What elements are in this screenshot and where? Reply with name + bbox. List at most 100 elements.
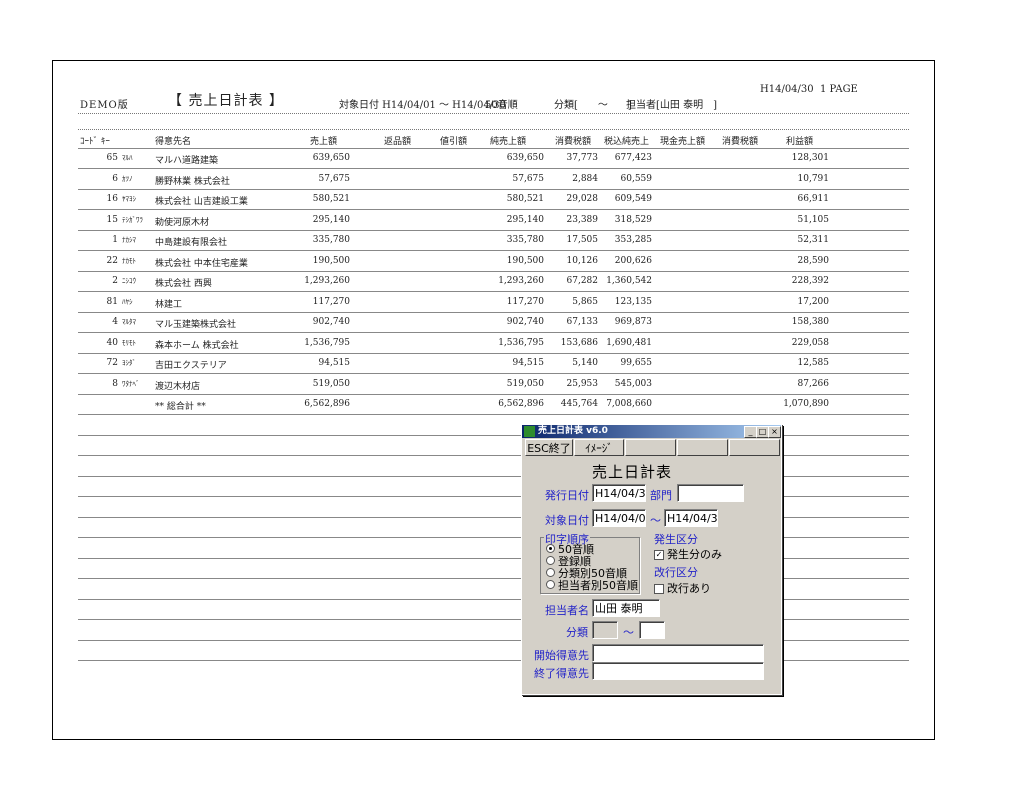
customer-key: ｶﾂﾉ [122, 174, 133, 183]
image-preview-button[interactable]: ｲﾒｰｼﾞ [574, 439, 624, 456]
row-divider [78, 229, 909, 231]
column-header: 利益額 [786, 137, 814, 147]
customer-key: ﾊﾔｼ [122, 297, 133, 306]
row-divider [78, 209, 909, 210]
customer-key: ﾃｼｶﾞﾜﾗ [122, 215, 143, 224]
row-divider [78, 168, 909, 169]
empty-rule [78, 639, 909, 641]
sales-amount: 117,270 [312, 296, 350, 307]
start-customer-field[interactable] [592, 644, 764, 662]
sales-amount: 639,650 [312, 153, 350, 163]
page-number: 1 PAGE [820, 84, 858, 95]
empty-rule [78, 475, 909, 477]
empty-rule [78, 578, 909, 579]
empty-rule [78, 660, 909, 661]
tax-inclusive-sales: 545,003 [614, 378, 652, 389]
customer-name: マル玉建築株式会社 [155, 320, 237, 330]
profit-amount: 51,105 [797, 214, 830, 225]
row-divider [78, 270, 909, 272]
occurrence-checkbox[interactable]: ✓ 発生分のみ [654, 546, 722, 562]
category-from-field[interactable] [592, 621, 618, 639]
radio-person[interactable]: 担当者別50音順 [546, 580, 638, 592]
tax-inclusive-sales: 1,360,542 [606, 276, 652, 286]
toolbar-button-3[interactable] [625, 439, 676, 456]
person-field[interactable]: 山田 泰明 [592, 599, 660, 617]
profit-amount: 28,590 [797, 255, 830, 266]
customer-code: 8 [112, 378, 118, 389]
empty-rule [78, 434, 909, 436]
customer-code: 22 [106, 255, 118, 266]
radio-person-label: 担当者別50音順 [558, 579, 638, 592]
profit-amount: 17,200 [797, 296, 830, 307]
close-button[interactable]: × [768, 426, 781, 438]
category-tilde: ～ [623, 626, 634, 639]
column-header: 消費税額 [555, 137, 592, 147]
app-icon [524, 426, 535, 437]
customer-name: 吉田エクステリア [155, 361, 227, 371]
row-divider [78, 332, 909, 333]
customer-name: 林建工 [155, 299, 183, 310]
sales-amount: 580,521 [312, 194, 350, 204]
total-profit: 1,070,890 [783, 399, 829, 409]
sales-amount: 295,140 [312, 214, 350, 225]
person-in-charge: 担当者[山田 泰明 ] [626, 100, 717, 111]
tax-inclusive-sales: 609,549 [614, 194, 652, 204]
customer-code: 81 [106, 296, 118, 307]
customer-name: 森本ホーム 株式会社 [155, 340, 239, 351]
report-dialog: 売上日計表 v6.0 _ □ × ESC終了 ｲﾒｰｼﾞ 売上日計表 発行日付 … [521, 424, 782, 695]
customer-name: 中島建設有限会社 [155, 238, 228, 248]
customer-code: 72 [106, 358, 118, 368]
profit-amount: 52,311 [797, 235, 830, 245]
person-label: 担当者名 [545, 604, 589, 617]
tax-inclusive-sales: 969,873 [614, 317, 652, 327]
occurrence-label: 発生区分 [654, 533, 698, 546]
profit-amount: 229,058 [791, 337, 829, 348]
issue-date-field[interactable]: H14/04/30 [592, 484, 646, 502]
sales-amount: 94,515 [318, 358, 351, 368]
total-tax-inclusive: 7,008,660 [606, 399, 652, 409]
customer-code: 6 [112, 173, 118, 184]
date-from-field[interactable]: H14/04/01 [592, 509, 646, 527]
category-to-field[interactable] [639, 621, 665, 639]
profit-amount: 128,301 [791, 153, 829, 163]
customer-code: 65 [106, 153, 118, 163]
esc-exit-button[interactable]: ESC終了 [525, 439, 573, 456]
profit-amount: 10,791 [797, 173, 830, 184]
tax-inclusive-sales: 318,529 [614, 214, 652, 225]
tax-inclusive-sales: 123,135 [614, 296, 652, 307]
occurrence-option-label: 発生分のみ [667, 548, 722, 561]
end-customer-field[interactable] [592, 662, 764, 680]
column-header: 値引額 [440, 137, 468, 147]
empty-rule [78, 496, 909, 497]
customer-name: マルハ道路建築 [155, 156, 219, 166]
department-label: 部門 [650, 489, 672, 502]
column-header: 売上額 [310, 137, 338, 147]
empty-rule [78, 516, 909, 518]
customer-code: 1 [112, 235, 118, 245]
column-header: 消費税額 [722, 137, 759, 147]
date-to-field[interactable]: H14/04/30 [664, 509, 718, 527]
empty-rule [78, 537, 909, 538]
target-date-label: 対象日付 [545, 514, 589, 527]
category-range: 分類[ ～ ] [554, 100, 632, 111]
customer-key: ﾅｶｼﾏ [122, 236, 136, 244]
start-customer-label: 開始得意先 [534, 649, 589, 662]
sort-order: 50音順 [485, 100, 518, 111]
department-field[interactable] [677, 484, 744, 502]
row-divider [78, 393, 909, 395]
toolbar-button-5[interactable] [729, 439, 780, 456]
customer-code: 4 [112, 317, 118, 327]
customer-code: 15 [106, 214, 118, 225]
customer-name: 株式会社 山吉建設工業 [155, 197, 248, 207]
total-sales: 6,562,896 [304, 399, 350, 409]
dialog-titlebar[interactable]: 売上日計表 v6.0 _ □ × [522, 425, 781, 438]
pagebreak-checkbox[interactable]: 改行あり [654, 580, 711, 596]
toolbar-button-4[interactable] [677, 439, 728, 456]
demo-label: DEMO版 [80, 100, 129, 111]
tax-inclusive-sales: 200,626 [614, 255, 652, 266]
total-label: ** 総合計 ** [155, 402, 206, 412]
customer-key: ﾜﾀﾅﾍﾞ [122, 379, 140, 388]
column-header: 得意先名 [155, 137, 192, 147]
sales-amount: 1,536,795 [304, 337, 350, 348]
profit-amount: 87,266 [797, 378, 830, 389]
